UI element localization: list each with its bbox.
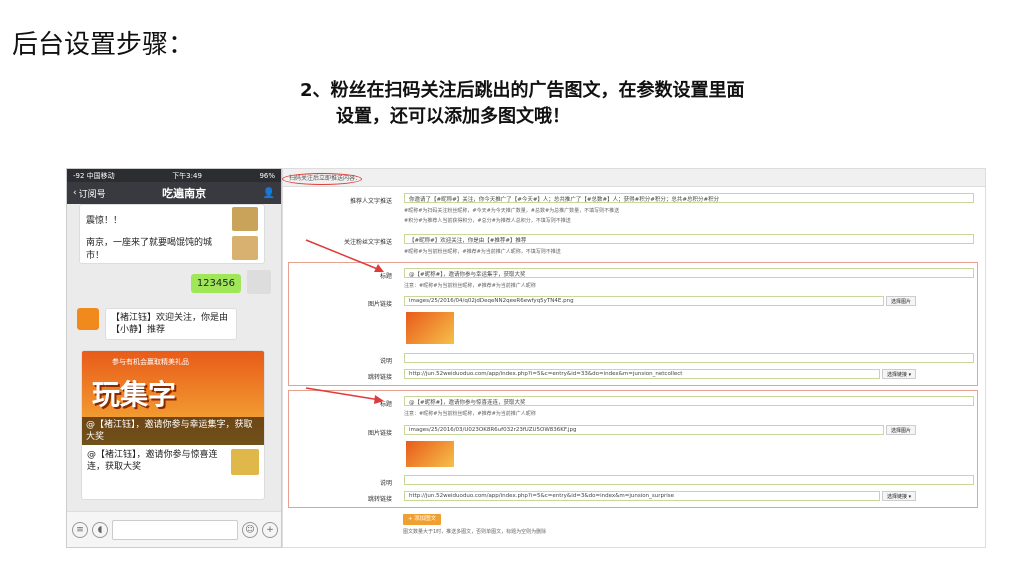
battery: 96% [259, 171, 275, 180]
item2-desc-input[interactable] [404, 475, 974, 485]
item2-select-image-button[interactable]: 选择图片 [886, 425, 917, 435]
item2-desc-label: 说明 [379, 480, 392, 487]
item2-link-label: 跳转链接 [367, 496, 392, 503]
chat-navbar: ‹ 订阅号 吃遍南京 👤 [67, 182, 281, 204]
news-item-box-1 [288, 262, 978, 386]
item2-select-link-button[interactable]: 选择链接 ▾ [882, 491, 917, 501]
item1-select-link-button[interactable]: 选择链接 ▾ [882, 369, 917, 379]
heading: 2、粉丝在扫码关注后跳出的广告图文，在参数设置里面 设置，还可以添加多图文哦！ [300, 78, 745, 130]
item1-title-hint: 注意：#昵称#为当前粉丝昵称，#推荐#为当前推广人昵称 [404, 283, 536, 289]
item1-img-input[interactable]: images/25/2016/04/q02jdDeqeNN2qeeR6ewfyq… [404, 296, 884, 306]
heading-line-2: 设置，还可以添加多图文哦！ [336, 106, 570, 127]
news-item-text: @【褚江钰】，邀请你参与惊喜连连，获取大奖 [87, 450, 218, 472]
banner-top-text: 参与有机会赢取精美礼品 [112, 358, 189, 366]
highlight-oval [282, 173, 362, 185]
profile-icon[interactable]: 👤 [263, 188, 275, 199]
chat-area: 震惊！！ 南京，一座来了就要喝馄饨的城市！ 123456 【褚江钰】欢迎关注，你… [67, 204, 281, 512]
add-hint: 图文数量大于1时，推送多图文，否则单图文，标题为空则为删除 [403, 529, 547, 535]
user-avatar [247, 270, 271, 294]
card-top-text: 震惊！！ [86, 215, 123, 226]
clock: 下午3:49 [172, 171, 202, 180]
card-thumb-1 [232, 207, 258, 231]
input-bar: ≡ ◖ ☺ + [67, 511, 281, 547]
arrow-icon [305, 239, 384, 272]
back-button[interactable]: ‹ 订阅号 [73, 187, 106, 200]
chevron-left-icon: ‹ [73, 188, 77, 198]
item2-img-label: 图片链接 [367, 430, 392, 437]
account-avatar [77, 308, 99, 330]
arrow-icon-2 [305, 387, 384, 404]
add-news-button[interactable]: + 添加图文 [403, 514, 441, 525]
phone-screenshot: -92 中国移动 下午3:49 96% ‹ 订阅号 吃遍南京 👤 震惊！！ 南京，… [66, 168, 282, 548]
card-thumb-2 [232, 236, 258, 260]
item1-link-label: 跳转链接 [367, 374, 392, 381]
item1-link-input[interactable]: http://jun.52weiduoduo.com/app/index.php… [404, 369, 880, 379]
fan-hint: #昵称#为当前粉丝昵称，#推荐#为当前推广人昵称，不填写则不推送 [404, 249, 561, 255]
welcome-message: 【褚江钰】欢迎关注，你是由【小静】推荐 [105, 308, 237, 340]
banner-title: 玩集字 [92, 378, 177, 411]
item2-img-input[interactable]: images/25/2016/03/U023OK8R6uf032r23fUZU5… [404, 425, 884, 435]
item1-desc-input[interactable] [404, 353, 974, 363]
rec-hint-1: #昵称#为扫码关注粉丝昵称，#今天#为今天推广数量，#总数#为总推广数量，不填写… [404, 208, 620, 214]
item1-desc-label: 说明 [379, 358, 392, 365]
item1-image-preview [406, 312, 454, 344]
item2-link-input[interactable]: http://jun.52weiduoduo.com/app/index.php… [404, 491, 880, 501]
news-item[interactable]: @【褚江钰】，邀请你参与惊喜连连，获取大奖 [82, 445, 264, 479]
item2-title-hint: 注意：#昵称#为当前粉丝昵称，#推荐#为当前推广人昵称 [404, 411, 536, 417]
card-text: 南京，一座来了就要喝馄饨的城市！ [86, 238, 213, 261]
item1-img-label: 图片链接 [367, 301, 392, 308]
carrier: -92 中国移动 [73, 171, 115, 180]
chat-title: 吃遍南京 [162, 187, 207, 200]
rec-label: 推荐人文字推送 [349, 198, 392, 205]
heading-line-1: 2、粉丝在扫码关注后跳出的广告图文，在参数设置里面 [300, 80, 745, 101]
message-input[interactable] [112, 519, 238, 540]
rec-hint-2: #积分#为推荐人当前获得积分，#总分#为推荐人总积分，不填写则不推送 [404, 218, 571, 224]
news-item-thumb [231, 449, 259, 475]
slide-title: 后台设置步骤： [12, 30, 195, 60]
menu-icon[interactable]: ≡ [72, 521, 88, 538]
item1-title-input[interactable]: @【#昵称#】，邀请你参与幸运集字，获取大奖 [404, 268, 974, 278]
news-card[interactable]: 参与有机会赢取精美礼品 玩集字 @【褚江钰】，邀请你参与幸运集字，获取大奖 @【… [81, 350, 265, 500]
plus-icon[interactable]: + [262, 521, 278, 538]
emoji-icon[interactable]: ☺ [242, 521, 258, 538]
item2-title-input[interactable]: @【#昵称#】，邀请你参与惊喜连连，获取大奖 [404, 396, 974, 406]
banner-caption: @【褚江钰】，邀请你参与幸运集字，获取大奖 [82, 417, 264, 445]
news-banner[interactable]: 参与有机会赢取精美礼品 玩集字 @【褚江钰】，邀请你参与幸运集字，获取大奖 [82, 351, 264, 445]
fan-input[interactable]: 【#昵称#】欢迎关注，你是由【#推荐#】推荐 [404, 234, 974, 244]
sent-message: 123456 [190, 274, 241, 293]
rec-input[interactable]: 你邀请了【#昵称#】关注，你今天推广了【#今天#】人；总共推广了【#总数#】人；… [404, 193, 974, 203]
status-bar: -92 中国移动 下午3:49 96% [67, 169, 281, 182]
item1-select-image-button[interactable]: 选择图片 [886, 296, 917, 306]
article-card[interactable]: 震惊！！ 南京，一座来了就要喝馄饨的城市！ [79, 204, 265, 264]
panel-header: 扫码关注后立即推送内容： [283, 169, 985, 187]
item2-image-preview [406, 441, 454, 467]
voice-icon[interactable]: ◖ [92, 521, 108, 538]
